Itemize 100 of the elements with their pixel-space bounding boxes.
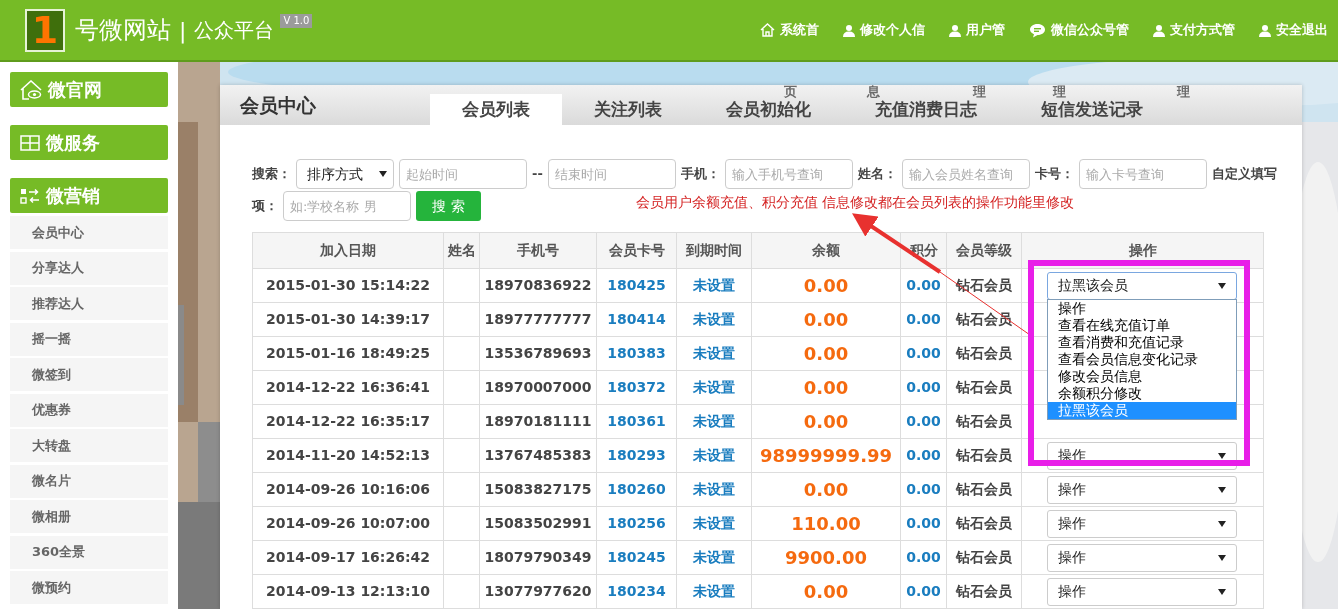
table-cell: 18970181111 <box>484 413 592 429</box>
caret-icon <box>1218 588 1226 595</box>
dropdown-option[interactable]: 查看消费和充值记录 <box>1048 334 1236 351</box>
logo: 1 <box>25 8 65 52</box>
dropdown-option[interactable]: 拉黑该会员 <box>1048 402 1236 419</box>
column-header: 手机号 <box>479 232 597 269</box>
sidebar-item[interactable]: 360全景 <box>10 535 168 569</box>
field-label: 姓名： <box>857 165 897 184</box>
table-cell: 180234 <box>607 583 666 599</box>
input-field[interactable]: 如:学校名称 男 <box>283 191 411 221</box>
sidebar-item[interactable]: 微名片 <box>10 464 168 498</box>
table-cell: 2015-01-16 18:49:25 <box>265 345 431 361</box>
column-header: 姓名 <box>443 232 480 269</box>
action-dropdown[interactable]: 操作 <box>1047 475 1237 504</box>
table-cell: 2014-11-20 14:52:13 <box>265 447 431 463</box>
user-icon <box>843 23 855 37</box>
platform-name: 公众平台 <box>194 17 275 44</box>
table-cell: 15083827175 <box>484 481 592 497</box>
table-cell: 0.00 <box>803 479 849 500</box>
collapse-handle[interactable] <box>178 305 184 405</box>
table-cell: 0.00 <box>803 343 849 364</box>
table-cell: 180372 <box>607 379 666 395</box>
table-cell: 钻石会员 <box>956 549 1012 565</box>
table-cell: 180383 <box>607 345 666 361</box>
table-cell: 2014-09-13 12:13:10 <box>265 583 431 599</box>
action-dropdown[interactable]: 拉黑该会员 <box>1047 271 1237 300</box>
table-cell: 18970836922 <box>484 277 592 293</box>
table-cell: 2014-09-26 10:16:06 <box>265 481 431 497</box>
grid-icon <box>20 134 40 151</box>
table-cell: 18970007000 <box>484 379 592 395</box>
sidebar-item[interactable]: 分享达人 <box>10 251 168 285</box>
dropdown-option[interactable]: 查看会员信息变化记录 <box>1048 351 1236 368</box>
table-cell: 钻石会员 <box>956 583 1012 599</box>
table-cell: 180256 <box>607 515 666 531</box>
sidebar-item[interactable]: 微预约 <box>10 571 168 604</box>
tab[interactable]: 关注列表 <box>562 94 694 125</box>
table-cell: 钻石会员 <box>956 447 1012 463</box>
version-badge: V 1.0 <box>280 14 313 28</box>
swap-icon <box>20 186 40 205</box>
table-cell: 未设置 <box>693 549 735 565</box>
dropdown-option[interactable]: 查看在线充值订单 <box>1048 317 1236 334</box>
table-cell: 钻石会员 <box>956 379 1012 395</box>
table-cell: 0.00 <box>906 583 941 599</box>
column-header: 到期时间 <box>676 232 752 269</box>
input-field[interactable]: 输入手机号查询 <box>724 159 853 189</box>
table-cell: 0.00 <box>803 377 849 398</box>
table-cell: 钻石会员 <box>956 481 1012 497</box>
table-cell: 未设置 <box>693 583 735 599</box>
table-cell: 18079790349 <box>484 549 592 565</box>
table-cell: 0.00 <box>906 447 941 463</box>
house-eye-icon <box>20 79 42 100</box>
annotation-text: 会员用户余额充值、积分充值 信息修改都在会员列表的操作功能里修改 <box>636 192 1075 212</box>
input-field[interactable]: 输入卡号查询 <box>1078 159 1207 189</box>
column-header: 会员等级 <box>946 232 1022 269</box>
tab[interactable]: 会员列表 <box>430 94 562 125</box>
input-field[interactable]: 结束时间 <box>547 159 676 189</box>
table-cell: 未设置 <box>693 413 735 429</box>
table-cell: 110.00 <box>791 513 861 534</box>
table-cell: 未设置 <box>693 277 735 293</box>
table-cell: 未设置 <box>693 311 735 327</box>
table-cell: 0.00 <box>906 481 941 497</box>
input-field[interactable]: 输入会员姓名查询 <box>901 159 1030 189</box>
table-cell: 2015-01-30 15:14:22 <box>265 277 431 293</box>
table-cell: 2014-09-26 10:07:00 <box>265 515 431 531</box>
table-cell: 180260 <box>607 481 666 497</box>
table-cell: 2014-09-17 16:26:42 <box>265 549 431 565</box>
table-cell: 0.00 <box>906 413 941 429</box>
sidebar-item[interactable]: 推荐达人 <box>10 287 168 320</box>
table-cell: 钻石会员 <box>956 277 1012 293</box>
dropdown-option[interactable]: 修改会员信息 <box>1048 368 1236 385</box>
table-cell: 180425 <box>607 277 666 293</box>
caret-icon <box>1218 452 1226 459</box>
sidebar-item[interactable]: 微相册 <box>10 500 168 533</box>
table-cell: 13077977620 <box>484 583 592 599</box>
table-cell: 0.00 <box>906 515 941 531</box>
sidebar-item[interactable]: 摇一摇 <box>10 322 168 356</box>
overflow-text: 息 <box>867 83 880 100</box>
table-cell: 未设置 <box>693 379 735 395</box>
user-icon <box>1153 23 1165 37</box>
overflow-text: 理 <box>1177 83 1190 102</box>
action-dropdown[interactable]: 操作 <box>1047 543 1237 572</box>
sidebar-item[interactable]: 大转盘 <box>10 429 168 462</box>
sidebar-item[interactable]: 会员中心 <box>10 216 168 249</box>
overflow-text: 理 <box>973 83 986 100</box>
table-cell: 180414 <box>607 311 666 327</box>
sidebar-item[interactable]: 优惠券 <box>10 393 168 427</box>
dropdown-option[interactable]: 余额积分修改 <box>1048 385 1236 402</box>
sidebar-item[interactable]: 微签到 <box>10 358 168 391</box>
action-dropdown[interactable]: 操作 <box>1047 577 1237 606</box>
table-cell: 180293 <box>607 447 666 463</box>
input-field[interactable]: 起始时间 <box>399 159 527 189</box>
table-cell: 13767485383 <box>484 447 592 463</box>
field-label: 自定义填写 <box>1211 165 1277 184</box>
sort-dropdown[interactable]: 排序方式 <box>296 159 394 189</box>
brand-name: 号微网站 <box>75 15 171 46</box>
table-cell: 18977777777 <box>484 311 592 327</box>
dropdown-option[interactable]: 操作 <box>1048 300 1236 317</box>
column-header: 会员卡号 <box>596 232 677 269</box>
table-cell: 钻石会员 <box>956 515 1012 531</box>
action-dropdown[interactable]: 操作 <box>1047 509 1237 538</box>
